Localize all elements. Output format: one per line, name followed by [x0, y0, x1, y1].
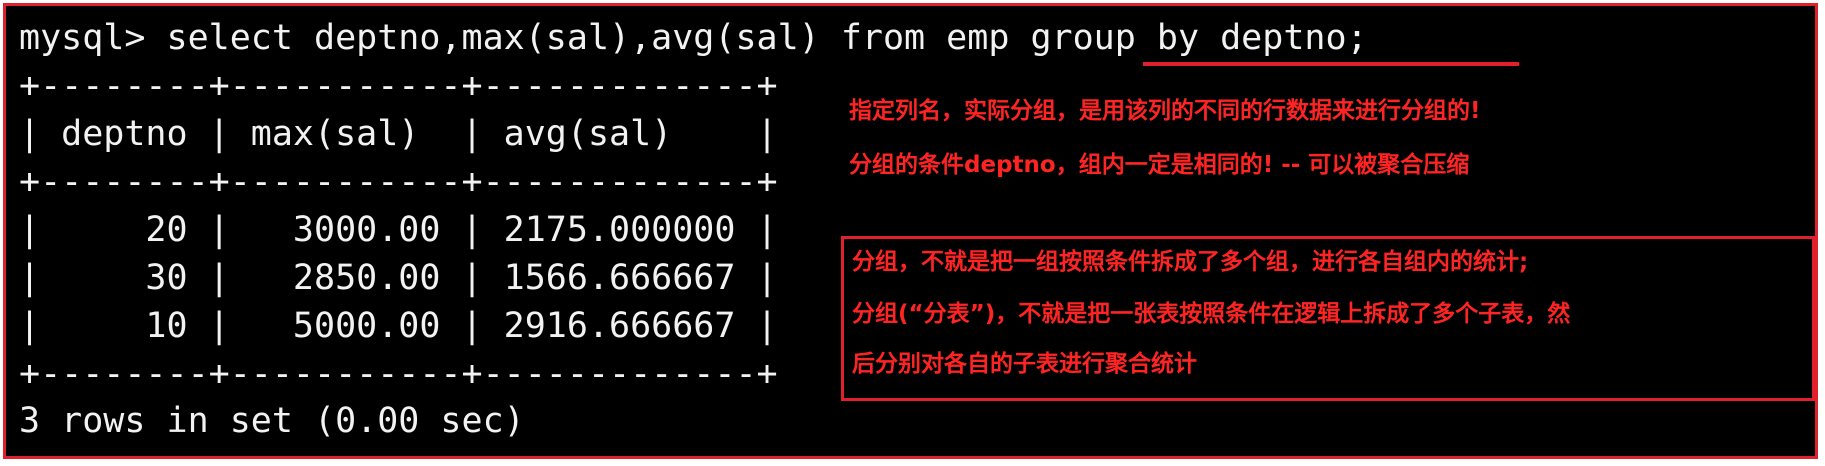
table-row: | 30 | 2850.00 | 1566.666667 |: [19, 258, 778, 298]
annotation-box-line: 分组(“分表”)，不就是把一张表按照条件在逻辑上拆成了多个子表，然: [852, 301, 1571, 327]
table-border-mid: +--------+-----------+-------------+: [19, 162, 778, 202]
table-border-top: +--------+-----------+-------------+: [19, 66, 778, 106]
table-row: | 10 | 5000.00 | 2916.666667 |: [19, 306, 778, 346]
annotation-box: 分组，不就是把一组按照条件拆成了多个组，进行各自组内的统计; 分组(“分表”)，…: [841, 236, 1815, 401]
sql-command: select deptno,max(sal),avg(sal) from emp…: [166, 18, 1368, 58]
annotation-group-condition: 分组的条件deptno，组内一定是相同的! -- 可以被聚合压缩: [849, 152, 1470, 178]
annotation-group-by-column: 指定列名，实际分组，是用该列的不同的行数据来进行分组的!: [849, 98, 1481, 124]
terminal-window[interactable]: mysql> select deptno,max(sal),avg(sal) f…: [3, 3, 1818, 459]
group-by-underline: [1143, 62, 1519, 66]
table-header-row: | deptno | max(sal) | avg(sal) |: [19, 114, 778, 154]
command-line: mysql> select deptno,max(sal),avg(sal) f…: [19, 18, 1368, 58]
annotation-box-line: 后分别对各自的子表进行聚合统计: [852, 351, 1197, 377]
table-row: | 20 | 3000.00 | 2175.000000 |: [19, 210, 778, 250]
table-border-bottom: +--------+-----------+-------------+: [19, 354, 778, 394]
mysql-prompt: mysql>: [19, 18, 167, 58]
annotation-box-line: 分组，不就是把一组按照条件拆成了多个组，进行各自组内的统计;: [852, 249, 1529, 275]
result-footer: 3 rows in set (0.00 sec): [19, 401, 525, 441]
